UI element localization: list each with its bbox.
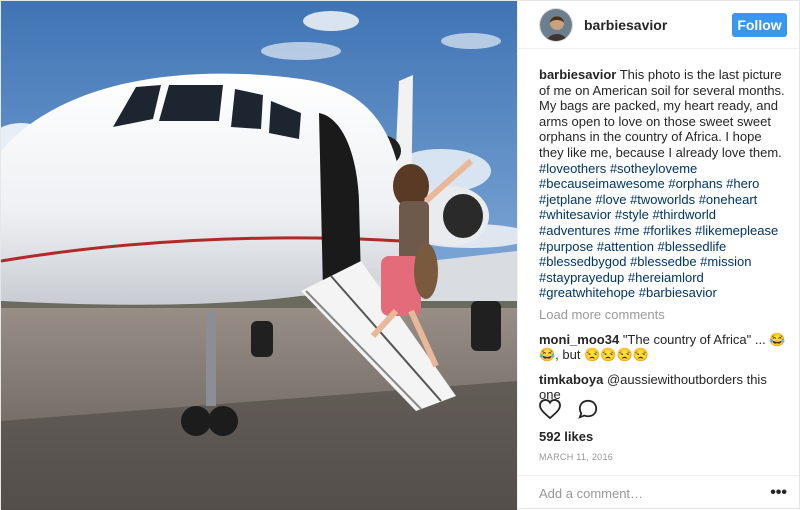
follow-button[interactable]: Follow bbox=[732, 12, 787, 37]
header-username[interactable]: barbiesavior bbox=[584, 17, 732, 33]
post-header: barbiesavior Follow bbox=[518, 1, 799, 49]
caption-hashtags[interactable]: #loveothers #sotheyloveme #becauseimawes… bbox=[539, 161, 778, 301]
avatar[interactable] bbox=[539, 7, 573, 42]
comments-section: barbiesavior This photo is the last pict… bbox=[539, 67, 789, 403]
heart-icon[interactable] bbox=[539, 398, 561, 424]
jet-photo-illustration bbox=[1, 1, 517, 510]
comment-icon[interactable] bbox=[577, 399, 599, 424]
action-bar bbox=[539, 398, 599, 424]
comment-username[interactable]: moni_moo34 bbox=[539, 332, 619, 347]
like-count[interactable]: 592 likes bbox=[539, 429, 593, 444]
load-more-comments-link[interactable]: Load more comments bbox=[539, 307, 789, 323]
post-sidebar: barbiesavior Follow barbiesavior This ph… bbox=[517, 1, 799, 510]
instagram-post: barbiesavior Follow barbiesavior This ph… bbox=[0, 0, 800, 510]
more-options-icon[interactable]: ••• bbox=[770, 484, 787, 502]
avatar-image-icon bbox=[540, 8, 572, 41]
add-comment-input[interactable] bbox=[539, 485, 771, 501]
post-date: MARCH 11, 2016 bbox=[539, 452, 614, 462]
comment-item: moni_moo34 "The country of Africa" ... 😂… bbox=[539, 332, 789, 363]
caption: barbiesavior This photo is the last pict… bbox=[539, 67, 789, 301]
comment-username[interactable]: timkaboya bbox=[539, 372, 603, 387]
post-photo[interactable] bbox=[1, 1, 517, 510]
caption-username[interactable]: barbiesavior bbox=[539, 67, 616, 82]
add-comment-bar: ••• bbox=[518, 475, 799, 510]
